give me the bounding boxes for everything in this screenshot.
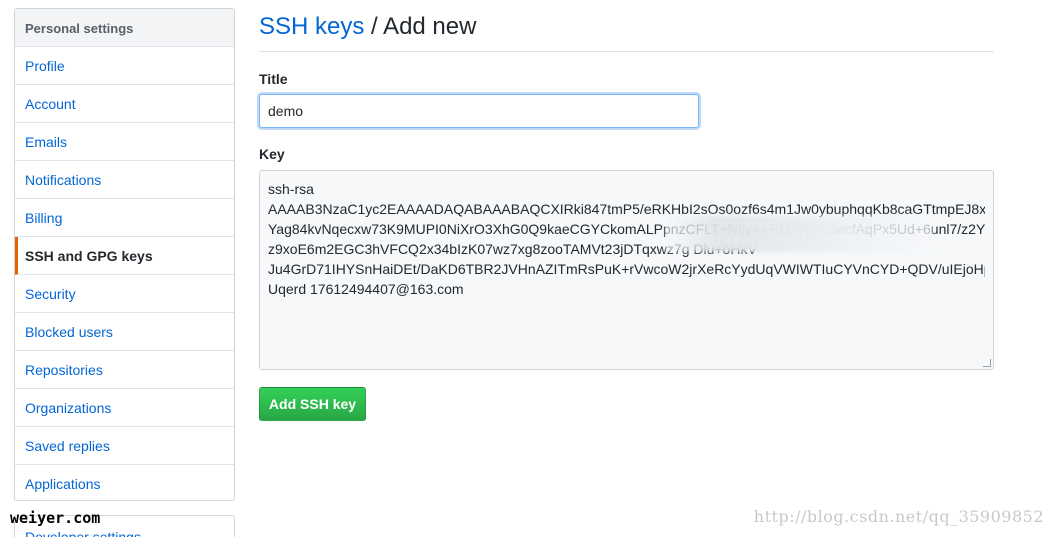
sidebar-item-organizations[interactable]: Organizations — [15, 389, 234, 427]
add-ssh-key-button[interactable]: Add SSH key — [259, 387, 366, 421]
breadcrumb-ssh-keys[interactable]: SSH keys — [259, 13, 364, 40]
key-label: Key — [259, 146, 285, 162]
sidebar-item-notifications[interactable]: Notifications — [15, 161, 234, 199]
sidebar-header: Personal settings — [15, 9, 234, 47]
page-title: SSH keys / Add new — [259, 0, 994, 52]
sidebar-item-emails[interactable]: Emails — [15, 123, 234, 161]
sidebar-item-saved-replies[interactable]: Saved replies — [15, 427, 234, 465]
title-label: Title — [259, 71, 288, 87]
breadcrumb-current: / Add new — [364, 13, 477, 40]
sidebar-item-security[interactable]: Security — [15, 275, 234, 313]
title-input[interactable] — [259, 94, 699, 128]
key-text-line: ssh-rsa — [268, 181, 314, 197]
sidebar-item-profile[interactable]: Profile — [15, 47, 234, 85]
sidebar-item-repositories[interactable]: Repositories — [15, 351, 234, 389]
key-text-line: Ju4GrD71IHYSnHaiDEt/DaKD6TBR2JVHnAZITmRs… — [268, 261, 985, 277]
sidebar-item-applications[interactable]: Applications — [15, 465, 234, 500]
key-textarea[interactable]: ssh-rsa AAAAB3NzaC1yc2EAAAADAQABAAABAQCX… — [259, 170, 994, 370]
sidebar-item-account[interactable]: Account — [15, 85, 234, 123]
watermark-left: weiyer.com — [10, 509, 101, 527]
resize-handle-icon[interactable] — [983, 359, 991, 367]
settings-sidebar: Personal settings Profile Account Emails… — [14, 8, 235, 501]
watermark-right: http://blog.csdn.net/qq_35909852 — [753, 507, 1044, 526]
redaction-blur — [665, 216, 933, 252]
sidebar-item-billing[interactable]: Billing — [15, 199, 234, 237]
sidebar-item-blocked-users[interactable]: Blocked users — [15, 313, 234, 351]
key-text-line: Uqerd 17612494407@163.com — [268, 281, 464, 297]
sidebar-item-ssh-gpg-keys[interactable]: SSH and GPG keys — [15, 237, 234, 275]
main-content: SSH keys / Add new Title Key ssh-rsa AAA… — [259, 0, 994, 421]
